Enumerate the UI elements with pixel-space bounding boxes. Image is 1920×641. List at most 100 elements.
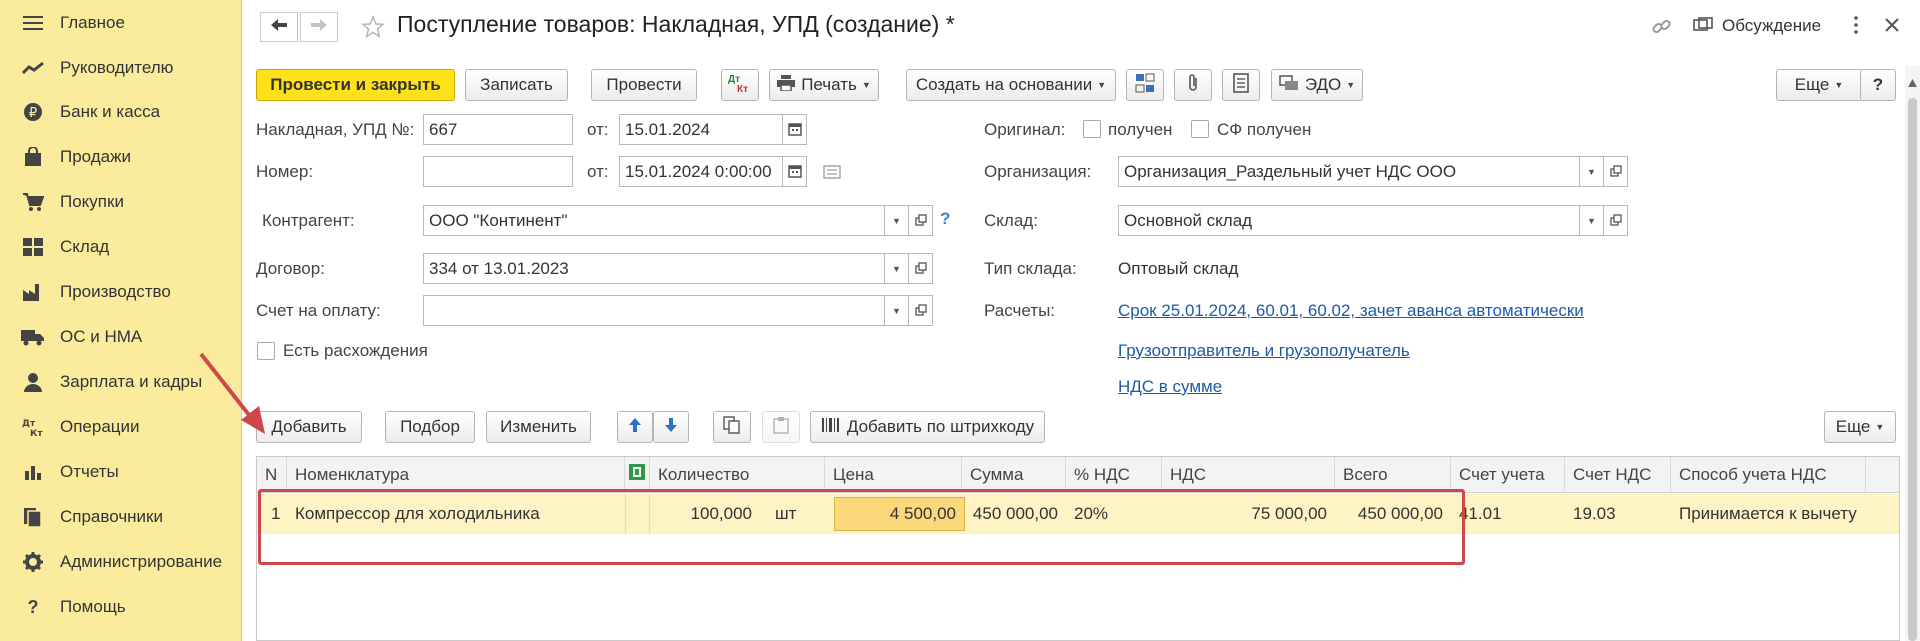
cell-nomenclature[interactable]: Компрессор для холодильника: [287, 494, 625, 534]
attach-button[interactable]: [1174, 69, 1212, 101]
column-header-vat[interactable]: НДС: [1162, 457, 1335, 493]
organization-field[interactable]: Организация_Раздельный учет НДС ООО: [1118, 156, 1580, 187]
cell-vat[interactable]: 75 000,00: [1162, 494, 1335, 534]
payment-dropdown-button[interactable]: ▼: [885, 295, 909, 326]
column-header-nomenclature[interactable]: Номенклатура: [287, 457, 625, 493]
post-and-close-button[interactable]: Провести и закрыть: [256, 69, 455, 101]
star-icon[interactable]: [361, 15, 385, 44]
cell-price[interactable]: 4 500,00: [834, 497, 965, 531]
edit-row-button[interactable]: Изменить: [486, 411, 591, 443]
cell-vat-rate[interactable]: 20%: [1066, 494, 1162, 534]
organization-open-button[interactable]: [1604, 156, 1628, 187]
move-down-button[interactable]: [653, 411, 689, 443]
comment-icon[interactable]: [823, 164, 841, 184]
paste-row-button[interactable]: [762, 411, 800, 443]
organization-dropdown-button[interactable]: ▼: [1580, 156, 1604, 187]
calendar-button[interactable]: [783, 156, 807, 187]
menu-icon: [18, 12, 48, 34]
column-header-marker[interactable]: [625, 457, 650, 493]
edo-button[interactable]: ЭДО ▼: [1271, 69, 1363, 101]
payment-open-button[interactable]: [909, 295, 933, 326]
add-by-barcode-button[interactable]: Добавить по штрихкоду: [810, 411, 1045, 443]
arrow-left-icon: [270, 17, 288, 37]
discussion-icon[interactable]: [1693, 17, 1713, 42]
contract-field[interactable]: 334 от 13.01.2023: [423, 253, 885, 284]
sidebar-item-help[interactable]: ? Помощь: [0, 585, 242, 629]
cell-sum[interactable]: 450 000,00: [966, 494, 1066, 534]
invoice-number-field[interactable]: 667: [423, 114, 573, 145]
column-header-sum[interactable]: Сумма: [962, 457, 1066, 493]
settlements-link[interactable]: Срок 25.01.2024, 60.01, 60.02, зачет ава…: [1118, 301, 1584, 321]
table-more-button[interactable]: Еще ▼: [1824, 411, 1896, 443]
structure-button[interactable]: [1126, 69, 1164, 101]
scroll-up-icon[interactable]: [1908, 72, 1917, 92]
cell-account[interactable]: 41.01: [1451, 494, 1565, 534]
column-header-vat-account[interactable]: Счет НДС: [1565, 457, 1671, 493]
column-header-n[interactable]: N: [257, 457, 287, 493]
number-field[interactable]: [423, 156, 573, 187]
cell-vat-method[interactable]: Принимается к вычету: [1671, 494, 1866, 534]
column-header-total[interactable]: Всего: [1335, 457, 1451, 493]
warehouse-dropdown-button[interactable]: ▼: [1580, 205, 1604, 236]
back-button[interactable]: [260, 12, 298, 42]
cell-vat-account[interactable]: 19.03: [1565, 494, 1671, 534]
invoice-date-field[interactable]: 15.01.2024: [619, 114, 783, 145]
close-icon[interactable]: [1884, 17, 1900, 38]
copy-row-button[interactable]: [713, 411, 751, 443]
sidebar: Главное Руководителю ₽ Банк и касса Прод…: [0, 0, 242, 641]
move-up-button[interactable]: [617, 411, 653, 443]
sidebar-item-production[interactable]: Производство: [0, 270, 242, 314]
save-button[interactable]: Записать: [465, 69, 568, 101]
link-icon[interactable]: [1651, 16, 1673, 43]
counterparty-field[interactable]: ООО "Континент": [423, 205, 885, 236]
shipper-consignee-link[interactable]: Грузоотправитель и грузополучатель: [1118, 341, 1410, 361]
warehouse-field[interactable]: Основной склад: [1118, 205, 1580, 236]
sidebar-item-directories[interactable]: Справочники: [0, 495, 242, 539]
discussion-label[interactable]: Обсуждение: [1722, 16, 1821, 36]
sidebar-item-bank[interactable]: ₽ Банк и касса: [0, 90, 242, 134]
pick-button[interactable]: Подбор: [385, 411, 475, 443]
column-header-quantity[interactable]: Количество: [650, 457, 825, 493]
cell-unit[interactable]: шт: [767, 494, 825, 534]
document-list-button[interactable]: [1222, 69, 1260, 101]
sidebar-item-reports[interactable]: Отчеты: [0, 450, 242, 494]
vat-in-sum-link[interactable]: НДС в сумме: [1118, 377, 1222, 397]
debit-credit-button[interactable]: Дт Кт: [721, 69, 759, 101]
calendar-button[interactable]: [783, 114, 807, 145]
help-button[interactable]: ?: [1860, 69, 1896, 101]
more-vertical-icon[interactable]: [1852, 14, 1860, 41]
column-header-price[interactable]: Цена: [825, 457, 962, 493]
bar-chart-icon: [18, 461, 48, 483]
sidebar-item-main[interactable]: Главное: [0, 1, 242, 45]
more-button[interactable]: Еще ▼: [1776, 69, 1862, 101]
counterparty-dropdown-button[interactable]: ▼: [885, 205, 909, 236]
counterparty-open-button[interactable]: [909, 205, 933, 236]
cell-quantity[interactable]: 100,000: [650, 494, 760, 534]
post-button[interactable]: Провести: [591, 69, 697, 101]
print-button[interactable]: Печать ▼: [769, 69, 879, 101]
forward-button[interactable]: [300, 12, 338, 42]
sidebar-item-label: Склад: [60, 237, 110, 256]
counterparty-help-icon[interactable]: ?: [940, 209, 950, 229]
column-header-vat-rate[interactable]: % НДС: [1066, 457, 1162, 493]
table-row[interactable]: 1 Компрессор для холодильника 100,000 шт…: [257, 494, 1899, 534]
cell-total[interactable]: 450 000,00: [1335, 494, 1451, 534]
payment-invoice-field[interactable]: [423, 295, 885, 326]
warehouse-open-button[interactable]: [1604, 205, 1628, 236]
sf-received-checkbox[interactable]: [1191, 120, 1209, 138]
number-date-field[interactable]: 15.01.2024 0:00:00: [619, 156, 783, 187]
column-header-vat-method[interactable]: Способ учета НДС: [1671, 457, 1866, 493]
sidebar-item-purchases[interactable]: Покупки: [0, 180, 242, 224]
sidebar-item-sales[interactable]: Продажи: [0, 135, 242, 179]
column-header-account[interactable]: Счет учета: [1451, 457, 1565, 493]
vertical-scrollbar[interactable]: [1905, 66, 1920, 641]
sidebar-item-manager[interactable]: Руководителю: [0, 46, 242, 90]
original-received-checkbox[interactable]: [1083, 120, 1101, 138]
create-based-on-button[interactable]: Создать на основании ▼: [906, 69, 1116, 101]
sidebar-item-label: Производство: [60, 282, 171, 301]
contract-open-button[interactable]: [909, 253, 933, 284]
sidebar-item-administration[interactable]: Администрирование: [0, 540, 242, 584]
scrollbar-thumb[interactable]: [1908, 98, 1917, 641]
sidebar-item-warehouse[interactable]: Склад: [0, 225, 242, 269]
contract-dropdown-button[interactable]: ▼: [885, 253, 909, 284]
